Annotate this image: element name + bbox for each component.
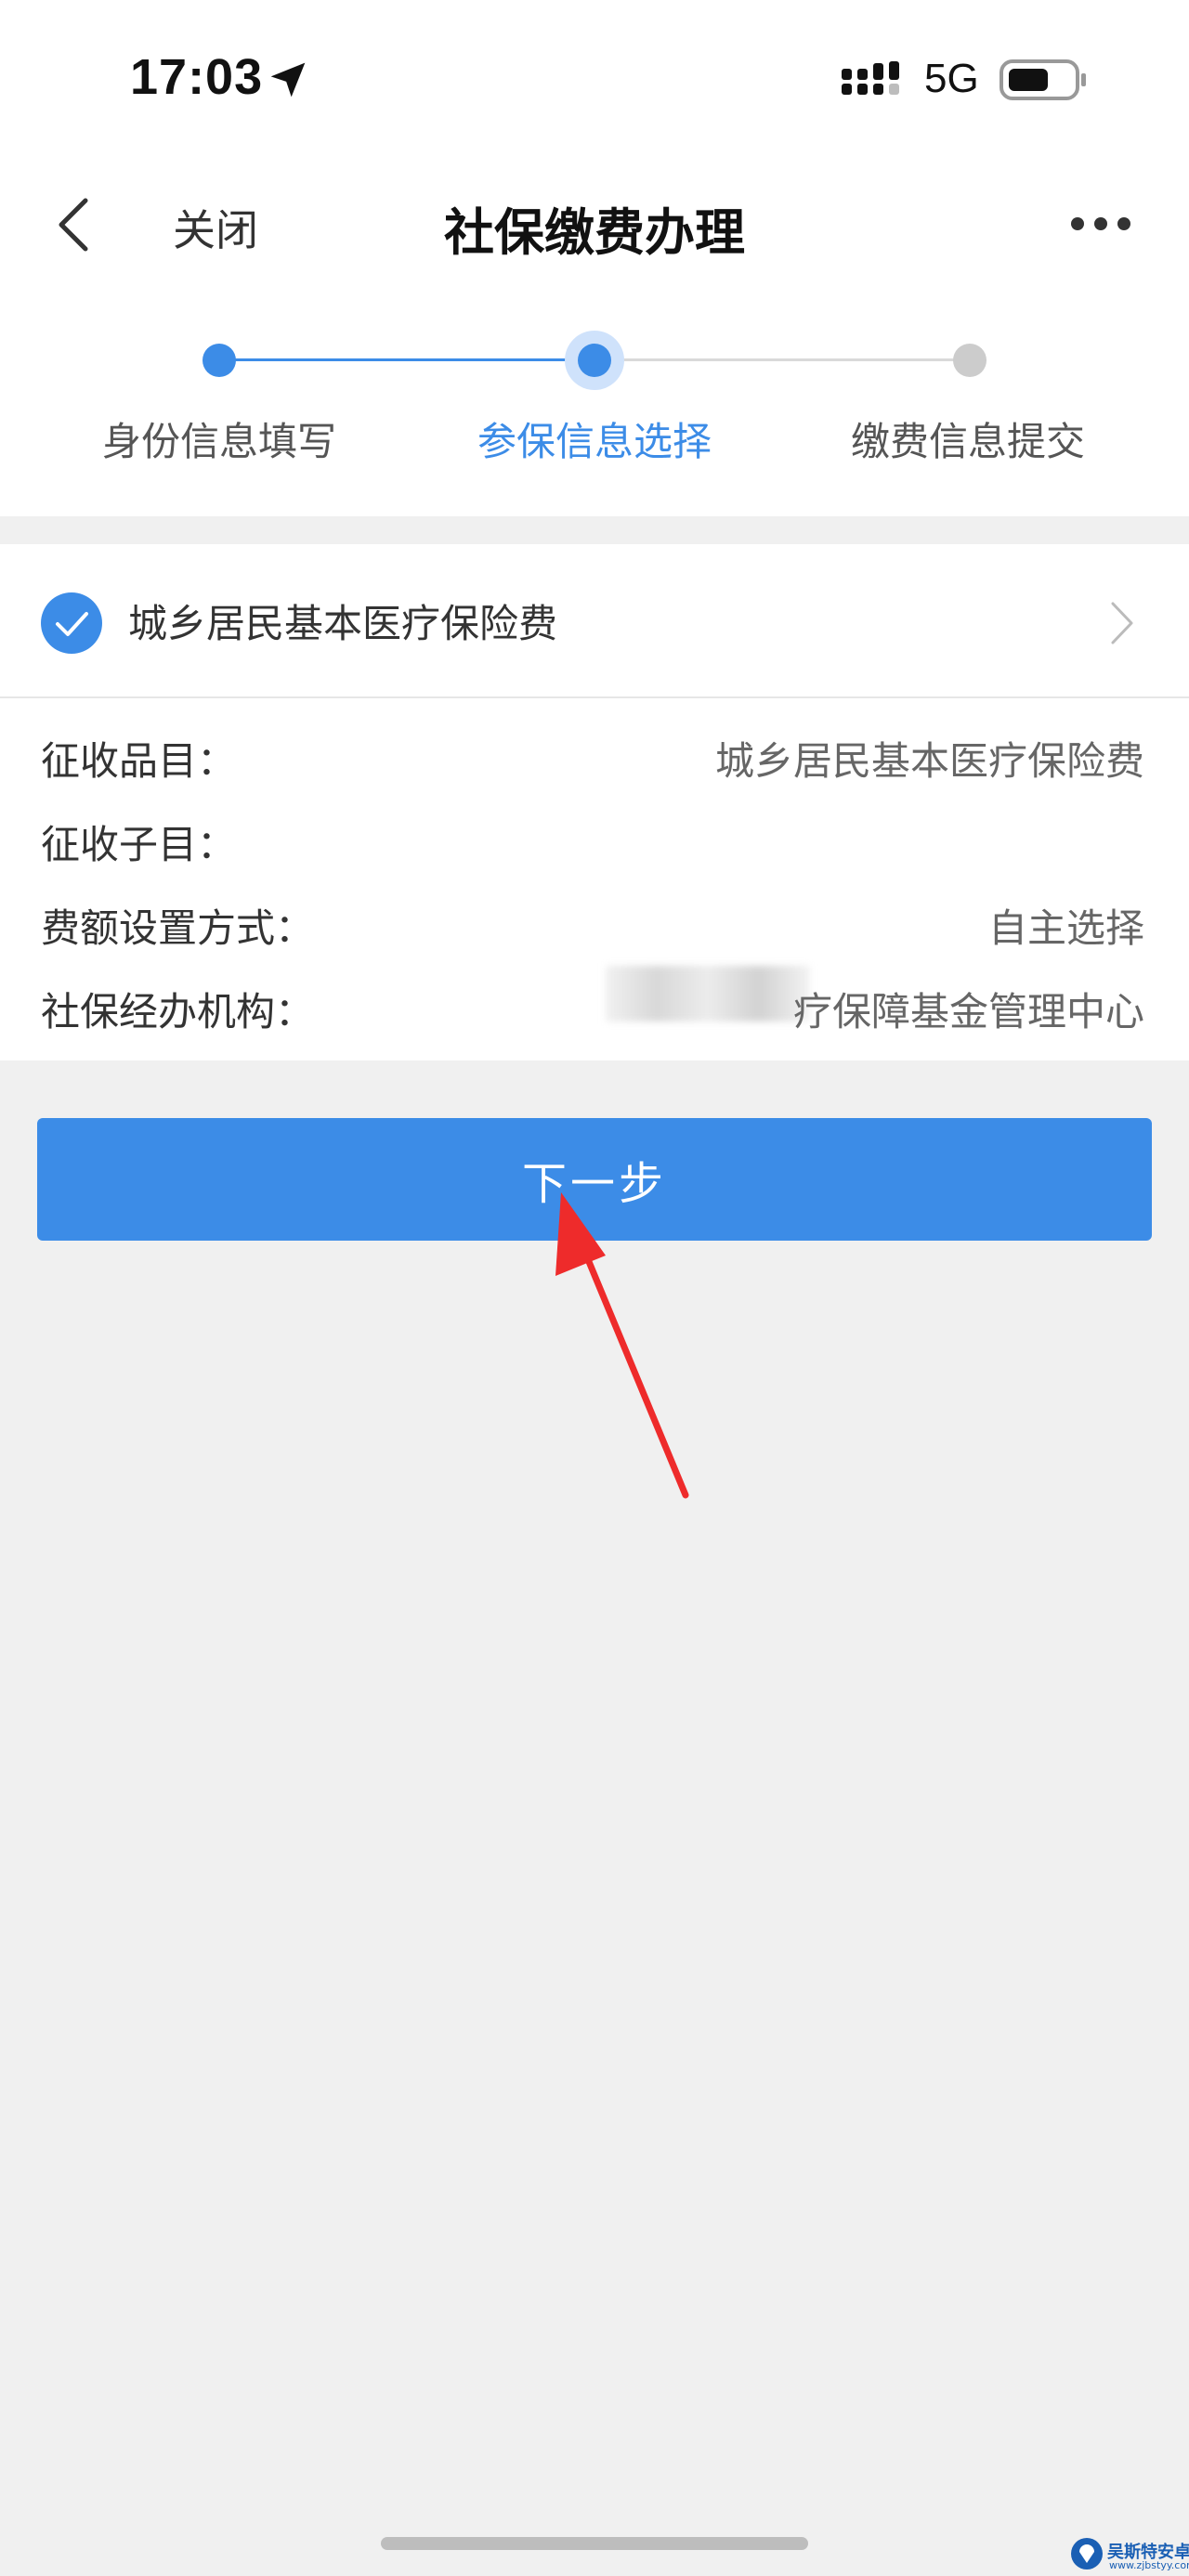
step-dot-2 (578, 344, 611, 377)
watermark-url: www.zjbstyy.com (1109, 2559, 1189, 2571)
page-title: 社保缴费办理 (444, 203, 745, 262)
more-options-icon[interactable] (1068, 210, 1133, 238)
detail-value-agency: 疗保障基金管理中心 (792, 989, 1144, 1034)
step-label-insurance: 参保信息选择 (477, 419, 712, 464)
step-label-payment: 缴费信息提交 (850, 419, 1085, 464)
step-dot-1 (203, 344, 236, 377)
battery-icon (1000, 59, 1086, 100)
card-divider (0, 696, 1189, 698)
chevron-right-icon[interactable] (1107, 600, 1135, 646)
step-connector-done (219, 358, 594, 361)
step-label-identity: 身份信息填写 (101, 419, 336, 464)
detail-value-item: 城乡居民基本医疗保险费 (714, 738, 1144, 784)
network-label: 5G (924, 56, 979, 101)
redacted-blur (606, 966, 810, 1021)
insurance-name[interactable]: 城乡居民基本医疗保险费 (128, 592, 557, 649)
detail-label-subitem: 征收子目： (41, 822, 237, 867)
detail-value-fee-mode: 自主选择 (987, 905, 1144, 951)
signal-icon (842, 61, 899, 95)
detail-label-fee-mode: 费额设置方式： (41, 905, 315, 951)
detail-label-item: 征收品目： (41, 738, 237, 784)
home-indicator (381, 2537, 808, 2550)
annotation-arrow (555, 1192, 689, 1499)
step-dot-3 (953, 344, 986, 377)
status-time: 17:03 (130, 49, 264, 105)
step-connector-todo (594, 358, 970, 361)
location-arrow-icon (270, 62, 306, 98)
detail-label-agency: 社保经办机构： (41, 989, 315, 1034)
checkmark-circle-icon[interactable] (39, 591, 104, 656)
